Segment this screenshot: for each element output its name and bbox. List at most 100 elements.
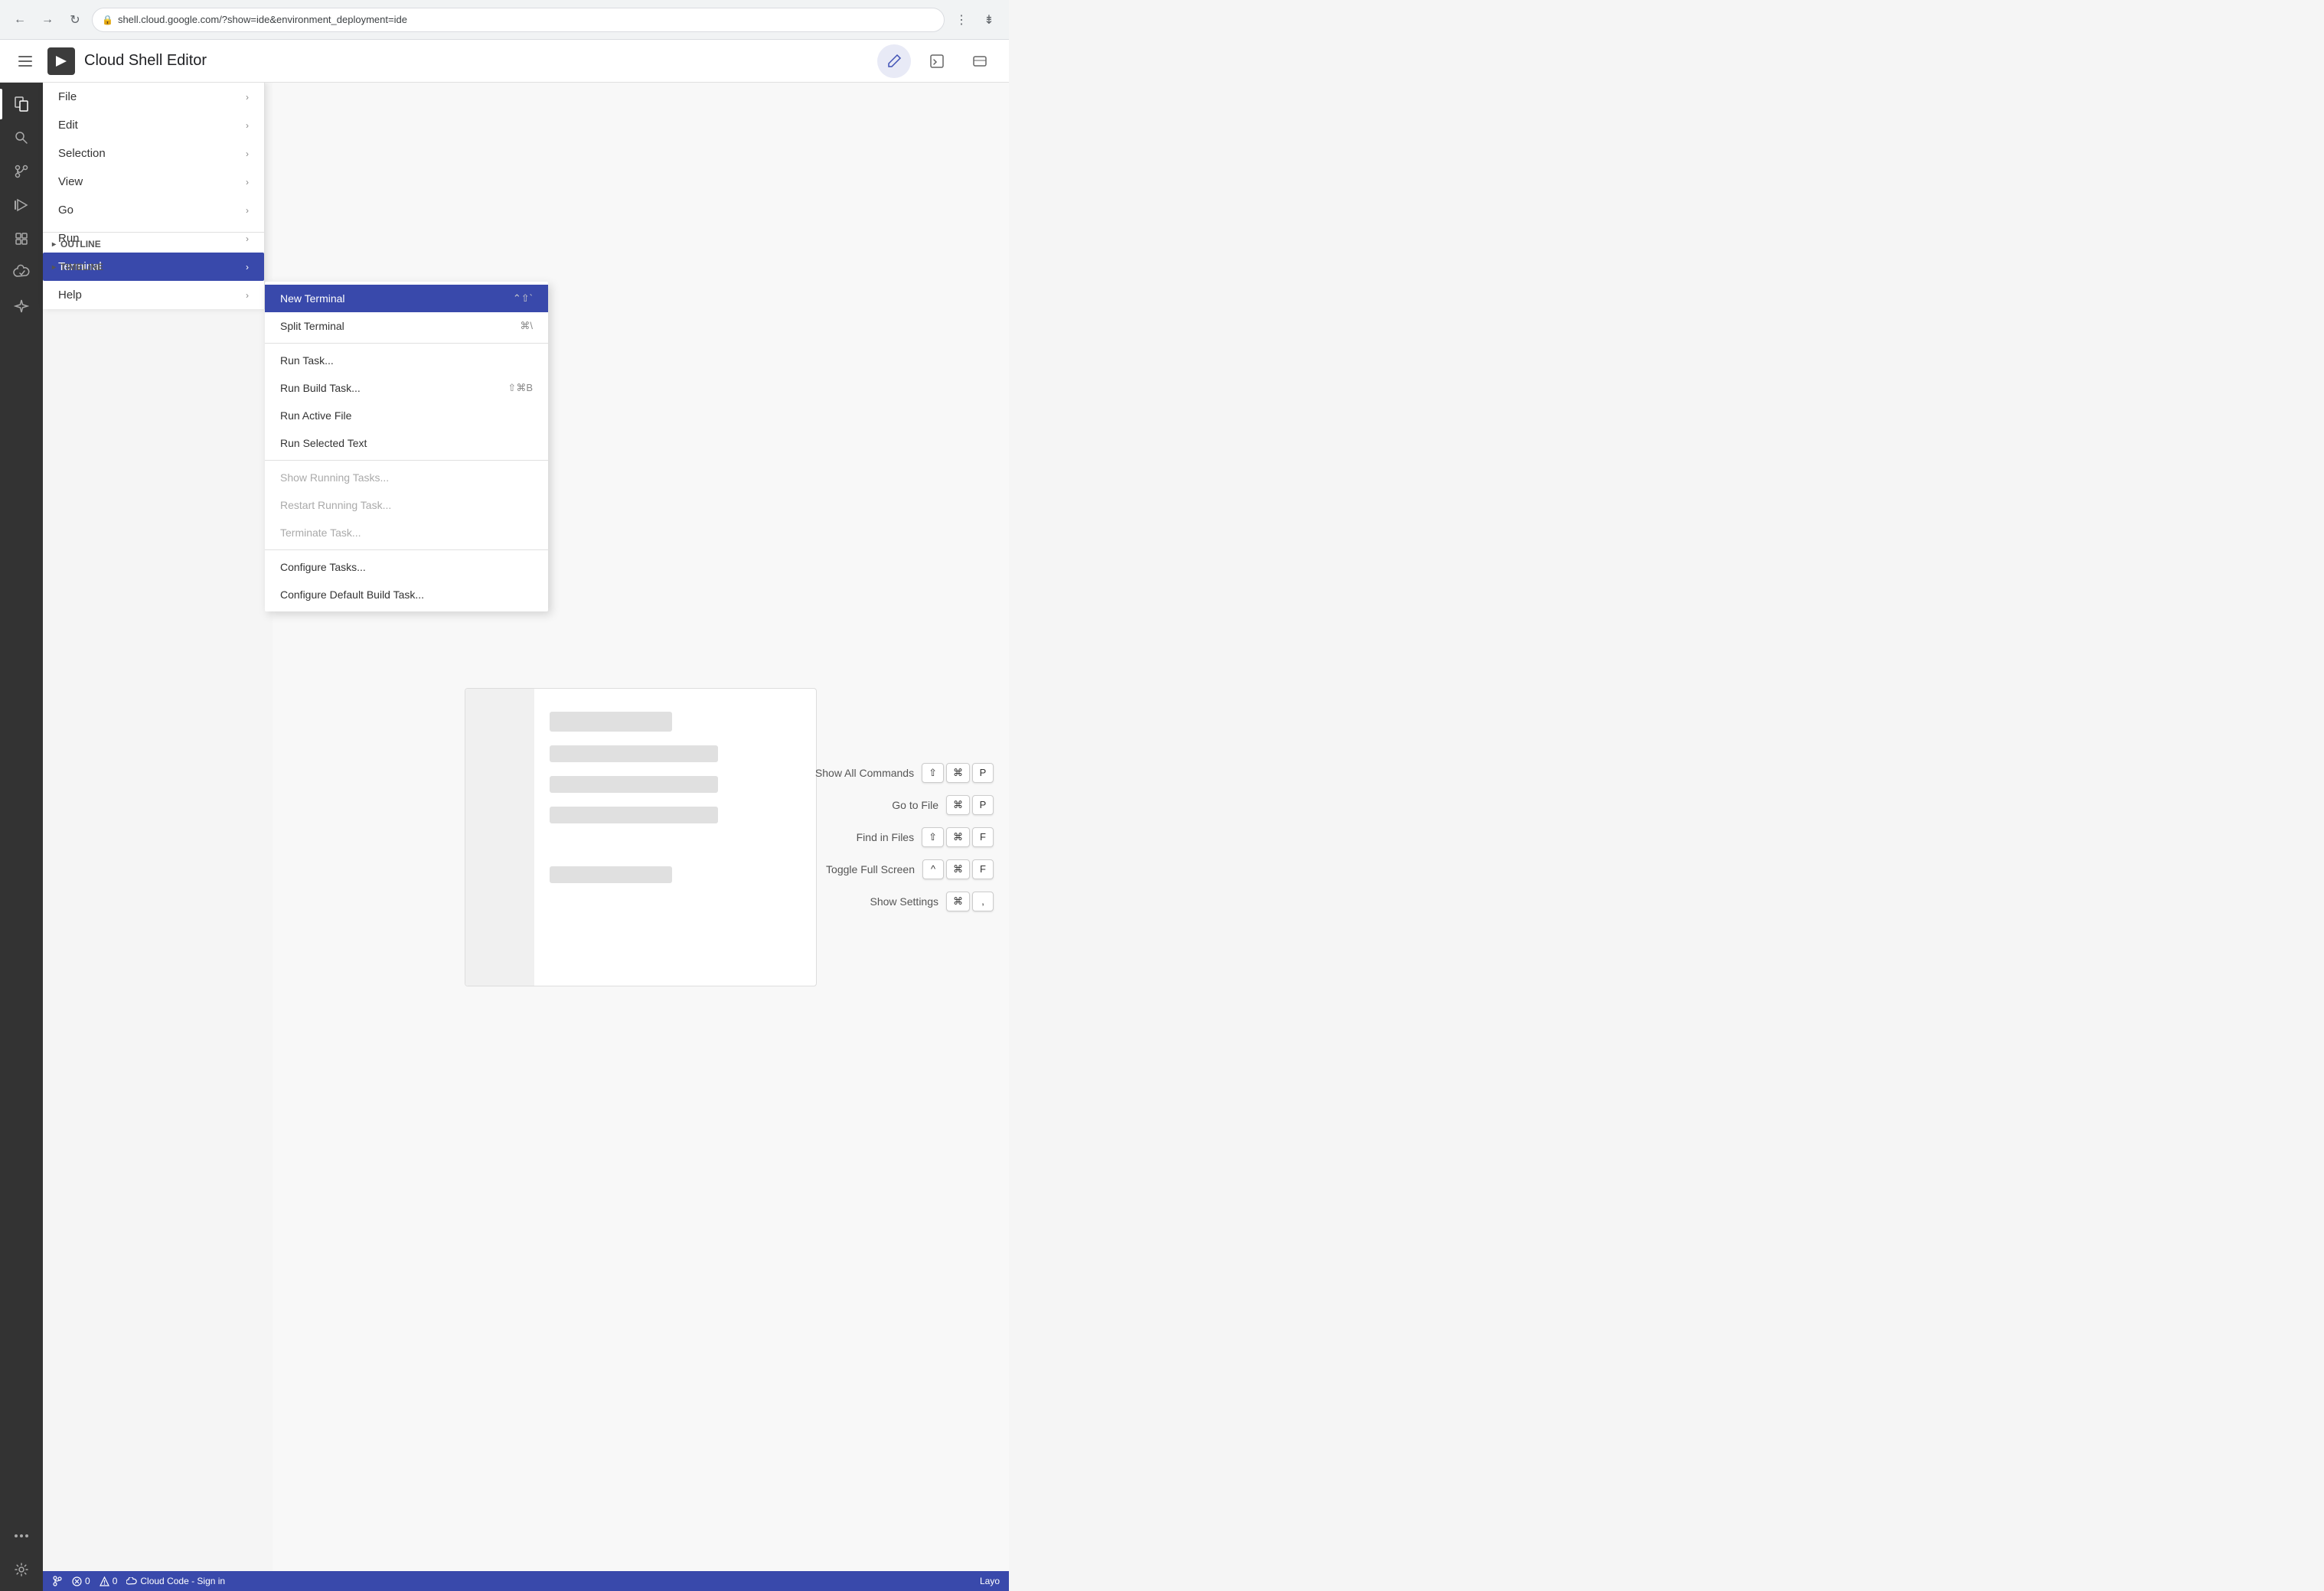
placeholder-title bbox=[550, 712, 672, 732]
placeholder-line3 bbox=[550, 807, 718, 823]
key-3-0: ^ bbox=[922, 859, 944, 879]
submenu-item-run-build-task[interactable]: Run Build Task... ⇧⌘B bbox=[265, 374, 548, 402]
app-title: Cloud Shell Editor bbox=[84, 52, 207, 70]
panel-bottom: ▸ OUTLINE ▸ TIMELINE bbox=[43, 232, 265, 279]
welcome-panel bbox=[465, 688, 817, 986]
sidebar-item-more[interactable] bbox=[6, 1521, 37, 1551]
timeline-arrow: ▸ bbox=[52, 263, 56, 272]
content-area: File › Edit › Selection › View › Go › bbox=[43, 83, 1009, 1591]
sidebar-item-cloud[interactable] bbox=[6, 257, 37, 288]
error-count: 0 bbox=[85, 1576, 90, 1586]
divider-1 bbox=[265, 343, 548, 344]
submenu-item-run-active-file[interactable]: Run Active File bbox=[265, 402, 548, 429]
outline-label: OUTLINE bbox=[60, 239, 101, 249]
key-0-0: ⇧ bbox=[922, 763, 944, 783]
submenu-item-run-task[interactable]: Run Task... bbox=[265, 347, 548, 374]
command-label-4: Show Settings bbox=[870, 895, 939, 908]
command-label-2: Find in Files bbox=[857, 831, 914, 843]
status-warnings[interactable]: 0 bbox=[100, 1576, 118, 1586]
menu-item-help[interactable]: Help › bbox=[43, 281, 264, 309]
configure-tasks-label: Configure Tasks... bbox=[280, 561, 366, 573]
status-branch-icon[interactable] bbox=[52, 1576, 63, 1586]
logo-icon bbox=[47, 47, 75, 75]
menu-arrow-edit: › bbox=[246, 120, 249, 131]
browser-extend-button[interactable]: ⇟ bbox=[978, 9, 1000, 31]
warning-count: 0 bbox=[113, 1576, 118, 1586]
placeholder-line1 bbox=[550, 745, 718, 762]
sidebar-item-settings[interactable] bbox=[6, 1554, 37, 1585]
menu-item-edit-label: Edit bbox=[58, 119, 78, 132]
key-combo-0: ⇧ ⌘ P bbox=[922, 763, 994, 783]
new-terminal-label: New Terminal bbox=[280, 292, 345, 305]
submenu-item-run-selected-text[interactable]: Run Selected Text bbox=[265, 429, 548, 457]
submenu-item-configure-default-build-task[interactable]: Configure Default Build Task... bbox=[265, 581, 548, 608]
forward-button[interactable]: → bbox=[37, 9, 58, 31]
key-2-2: F bbox=[972, 827, 994, 847]
sidebar-item-explorer[interactable] bbox=[6, 89, 37, 119]
timeline-section[interactable]: ▸ TIMELINE bbox=[43, 256, 265, 279]
run-task-label: Run Task... bbox=[280, 354, 334, 367]
divider-2 bbox=[265, 460, 548, 461]
edit-button[interactable] bbox=[877, 44, 911, 78]
show-running-tasks-label: Show Running Tasks... bbox=[280, 471, 389, 484]
menu-item-help-label: Help bbox=[58, 289, 82, 302]
command-label-0: Show All Commands bbox=[815, 767, 914, 779]
hamburger-line-3 bbox=[18, 65, 32, 67]
command-row-1: Go to File ⌘ P bbox=[815, 795, 994, 815]
sidebar-item-search[interactable] bbox=[6, 122, 37, 153]
timeline-label: TIMELINE bbox=[60, 262, 103, 272]
placeholder-line4 bbox=[550, 866, 672, 883]
sidebar-item-ai[interactable] bbox=[6, 291, 37, 321]
status-cloud[interactable]: Cloud Code - Sign in bbox=[126, 1576, 225, 1586]
menu-arrow-selection: › bbox=[246, 148, 249, 159]
key-3-2: F bbox=[972, 859, 994, 879]
menu-item-file-label: File bbox=[58, 90, 77, 103]
panel-accent bbox=[465, 689, 534, 986]
menu-item-go[interactable]: Go › bbox=[43, 196, 264, 224]
terminate-task-label: Terminate Task... bbox=[280, 527, 361, 539]
key-combo-3: ^ ⌘ F bbox=[922, 859, 994, 879]
key-1-1: P bbox=[972, 795, 994, 815]
restart-running-task-label: Restart Running Task... bbox=[280, 499, 391, 511]
sidebar-bottom bbox=[6, 1521, 37, 1591]
address-bar[interactable]: 🔒 shell.cloud.google.com/?show=ide&envir… bbox=[92, 8, 945, 32]
panel-content bbox=[534, 689, 816, 986]
submenu-item-new-terminal[interactable]: New Terminal ⌃⇧` bbox=[265, 285, 548, 312]
split-terminal-shortcut: ⌘\ bbox=[520, 320, 533, 332]
status-errors[interactable]: 0 bbox=[72, 1576, 90, 1586]
key-0-1: ⌘ bbox=[946, 763, 970, 783]
back-button[interactable]: ← bbox=[9, 9, 31, 31]
sidebar-item-extensions[interactable] bbox=[6, 223, 37, 254]
key-4-1: , bbox=[972, 892, 994, 911]
command-row-4: Show Settings ⌘ , bbox=[815, 892, 994, 911]
menu-item-view[interactable]: View › bbox=[43, 168, 264, 196]
run-build-task-label: Run Build Task... bbox=[280, 382, 361, 394]
key-2-1: ⌘ bbox=[946, 827, 970, 847]
view-button[interactable] bbox=[963, 44, 997, 78]
key-2-0: ⇧ bbox=[922, 827, 944, 847]
reload-button[interactable]: ↻ bbox=[64, 9, 86, 31]
command-row-2: Find in Files ⇧ ⌘ F bbox=[815, 827, 994, 847]
url-text: shell.cloud.google.com/?show=ide&environ… bbox=[118, 14, 407, 25]
terminal-submenu: New Terminal ⌃⇧` Split Terminal ⌘\ Run T… bbox=[265, 282, 548, 611]
menu-arrow-file: › bbox=[246, 92, 249, 103]
new-terminal-shortcut: ⌃⇧` bbox=[513, 292, 533, 305]
browser-chrome: ← → ↻ 🔒 shell.cloud.google.com/?show=ide… bbox=[0, 0, 1009, 40]
outline-section[interactable]: ▸ OUTLINE bbox=[43, 233, 265, 256]
terminal-button[interactable] bbox=[920, 44, 954, 78]
divider-3 bbox=[265, 549, 548, 550]
key-combo-4: ⌘ , bbox=[946, 892, 994, 911]
sidebar-item-source-control[interactable] bbox=[6, 156, 37, 187]
run-active-file-label: Run Active File bbox=[280, 409, 351, 422]
submenu-item-split-terminal[interactable]: Split Terminal ⌘\ bbox=[265, 312, 548, 340]
menu-item-file[interactable]: File › bbox=[43, 83, 264, 111]
submenu-item-configure-tasks[interactable]: Configure Tasks... bbox=[265, 553, 548, 581]
sidebar-item-run[interactable] bbox=[6, 190, 37, 220]
hamburger-menu[interactable] bbox=[12, 50, 38, 73]
key-combo-1: ⌘ P bbox=[946, 795, 994, 815]
layout-label: Layo bbox=[980, 1576, 1000, 1586]
menu-item-edit[interactable]: Edit › bbox=[43, 111, 264, 139]
command-panel: Show All Commands ⇧ ⌘ P Go to File ⌘ bbox=[815, 763, 994, 911]
menu-item-selection[interactable]: Selection › bbox=[43, 139, 264, 168]
browser-menu-button[interactable]: ⋮ bbox=[951, 9, 972, 31]
